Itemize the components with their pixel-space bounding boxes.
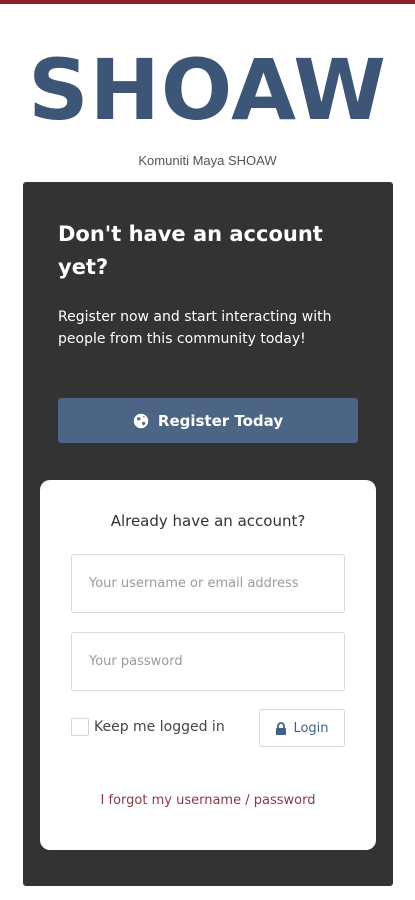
site-tagline: Komuniti Maya SHOAW bbox=[138, 153, 277, 168]
username-input[interactable] bbox=[71, 554, 345, 613]
register-heading: Don't have an account yet? bbox=[58, 222, 323, 279]
remember-me-checkbox[interactable] bbox=[71, 718, 89, 736]
login-button[interactable]: Login bbox=[259, 709, 345, 747]
login-button-label: Login bbox=[293, 720, 329, 736]
site-logo[interactable]: SHOAW bbox=[0, 42, 415, 138]
register-button[interactable]: Register Today bbox=[58, 398, 358, 443]
remember-me: Keep me logged in bbox=[71, 718, 225, 736]
top-accent-bar bbox=[0, 0, 415, 4]
globe-icon bbox=[133, 413, 149, 429]
password-input[interactable] bbox=[71, 632, 345, 691]
lock-icon bbox=[275, 721, 287, 735]
remember-me-label[interactable]: Keep me logged in bbox=[94, 719, 225, 735]
forgot-password-link[interactable]: I forgot my username / password bbox=[40, 793, 376, 808]
register-description: Register now and start interacting with … bbox=[58, 309, 332, 347]
auth-card: Don't have an account yet? Register now … bbox=[23, 182, 393, 886]
login-panel: Already have an account? Keep me logged … bbox=[40, 480, 376, 850]
login-heading: Already have an account? bbox=[110, 512, 306, 530]
register-button-label: Register Today bbox=[157, 411, 284, 430]
